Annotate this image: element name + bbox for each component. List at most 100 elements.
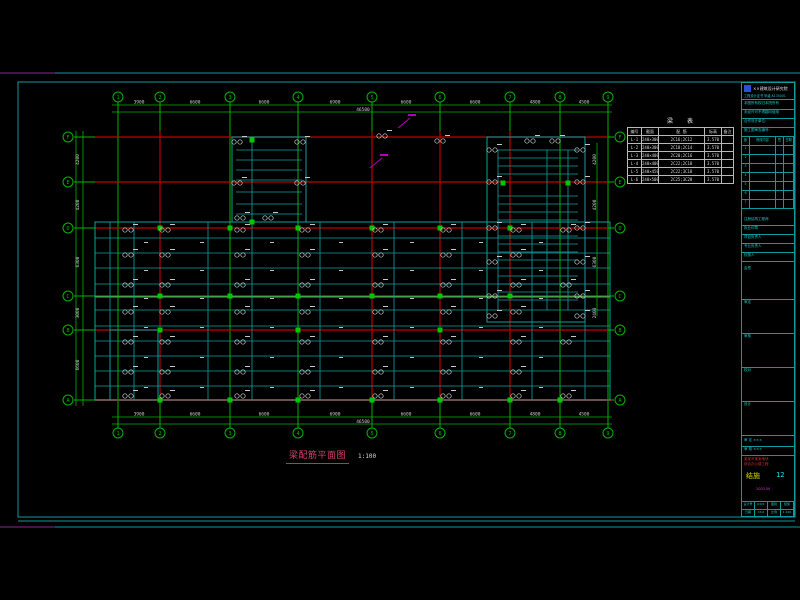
- mark-circle-icon: [567, 283, 571, 287]
- axis-bubble-label: 5: [370, 95, 373, 101]
- mark-circle-icon: [517, 283, 521, 287]
- drawing-canvas[interactable]: 3900390066006600660066006900690066006600…: [0, 0, 800, 600]
- mark-label-dash: [310, 390, 315, 391]
- beam-table-cell: 3.570: [705, 176, 722, 184]
- mark-label-dash: [242, 136, 247, 137]
- mark-label-dash: [383, 366, 388, 367]
- column-square: [501, 181, 506, 186]
- beam-mark-cluster: [123, 390, 138, 398]
- mark-label-dash: [245, 336, 250, 337]
- beam-table-header-row: 编号截面配 筋标高备注: [628, 128, 734, 136]
- beam-table-cell: 240×400: [642, 152, 659, 160]
- column-square: [558, 398, 563, 403]
- info-line: 本图所有权归本院所有: [742, 101, 794, 110]
- info-line: 合作设计单位:: [742, 119, 794, 128]
- revision-cell: 2: [742, 155, 750, 163]
- axis-bubble-label: 8: [558, 95, 561, 101]
- mark-circle-icon: [575, 314, 579, 318]
- mark-circle-icon: [373, 310, 377, 314]
- column-square: [228, 398, 233, 403]
- mark-circle-icon: [241, 394, 245, 398]
- revision-cell: [776, 191, 784, 199]
- mark-label-dash: [310, 249, 315, 250]
- person-row: 审 定 ×××: [742, 438, 794, 447]
- beam-table-cell: L-1: [628, 136, 642, 144]
- beam-table-title: 梁 表: [627, 116, 733, 125]
- beam-mark-cluster: [441, 366, 456, 374]
- mark-circle-icon: [373, 253, 377, 257]
- beam-mark-cluster: [511, 336, 526, 344]
- mark-label-dash: [451, 306, 456, 307]
- drawing-title: 梁配筋平面图1:100: [286, 443, 376, 462]
- revision-cell: [750, 182, 776, 190]
- axis-bubble-label: 9: [606, 95, 609, 101]
- dim-text-bottom: 6900: [330, 412, 341, 418]
- mark-circle-icon: [129, 340, 133, 344]
- date-magenta: 2003.06: [756, 487, 770, 491]
- beam-table-cell: L-2: [628, 144, 642, 152]
- axis-bubble-label: 6: [438, 95, 441, 101]
- mark-circle-icon: [531, 139, 535, 143]
- mark-circle-icon: [441, 310, 445, 314]
- drawing-number: 12: [776, 471, 784, 479]
- bottom-cells: 设计号0321图别结施日期03.6比例1:100: [742, 501, 794, 517]
- revision-cell: [750, 146, 776, 154]
- bottom-cell: 1:100: [781, 510, 794, 517]
- person-rows: 审 定 ×××审 核 ×××: [742, 438, 794, 456]
- beam-mark-cluster: [487, 222, 502, 230]
- mark-circle-icon: [567, 340, 571, 344]
- mark-circle-icon: [373, 370, 377, 374]
- mark-circle-icon: [379, 283, 383, 287]
- axis-bubble-label: 6: [438, 431, 441, 437]
- beam-mark-cluster: [511, 390, 526, 398]
- dim-text-left: 4200: [75, 154, 81, 165]
- beam-mark-cluster: [575, 144, 590, 152]
- mark-circle-icon: [441, 370, 445, 374]
- info-line: 施工图审查编号:: [742, 128, 794, 137]
- cert-line: 工程设计证书 甲级 A135001: [744, 93, 786, 98]
- beam-mark-cluster: [575, 222, 590, 230]
- axis-bubble-label: 1: [116, 95, 119, 101]
- mark-label-dash: [245, 224, 250, 225]
- dim-total-bottom: 46500: [356, 419, 370, 425]
- mark-circle-icon: [575, 260, 579, 264]
- magenta-label: [380, 154, 388, 156]
- mark-circle-icon: [166, 394, 170, 398]
- mark-circle-icon: [493, 260, 497, 264]
- span-tick: [200, 270, 204, 271]
- mark-label-dash: [585, 290, 590, 291]
- span-tick: [479, 270, 483, 271]
- axis-bubble-label: D: [66, 226, 69, 232]
- mark-label-dash: [170, 366, 175, 367]
- mark-circle-icon: [373, 283, 377, 287]
- beam-table-cell: [722, 160, 734, 168]
- mark-circle-icon: [300, 310, 304, 314]
- span-tick: [410, 270, 414, 271]
- mark-label-dash: [133, 366, 138, 367]
- mark-label-dash: [242, 177, 247, 178]
- note-line: 执业印章: [742, 226, 794, 235]
- cad-viewport[interactable]: 3900390066006600660066006900690066006600…: [0, 0, 800, 600]
- mark-label-dash: [305, 177, 310, 178]
- revision-cell: [784, 182, 794, 190]
- dim-text-bottom: 6600: [190, 412, 201, 418]
- mark-circle-icon: [263, 216, 267, 220]
- beam-table-cell: 2C18;2C14: [659, 144, 705, 152]
- firm-name: ××建筑设计研究院: [753, 86, 788, 92]
- revision-cell: [784, 191, 794, 199]
- span-tick: [144, 270, 148, 271]
- mark-circle-icon: [511, 253, 515, 257]
- beam-mark-cluster: [295, 177, 310, 185]
- mark-circle-icon: [525, 139, 529, 143]
- beam-mark-cluster: [123, 366, 138, 374]
- mark-label-dash: [383, 224, 388, 225]
- mark-label-dash: [521, 224, 526, 225]
- span-tick: [144, 357, 148, 358]
- beam-table-cell: [722, 152, 734, 160]
- dim-text-bottom: 4800: [530, 412, 541, 418]
- mark-circle-icon: [379, 310, 383, 314]
- mark-circle-icon: [300, 253, 304, 257]
- dim-text-bottom: 6600: [259, 412, 270, 418]
- firm-logo-icon: [744, 85, 751, 92]
- mark-label-dash: [383, 336, 388, 337]
